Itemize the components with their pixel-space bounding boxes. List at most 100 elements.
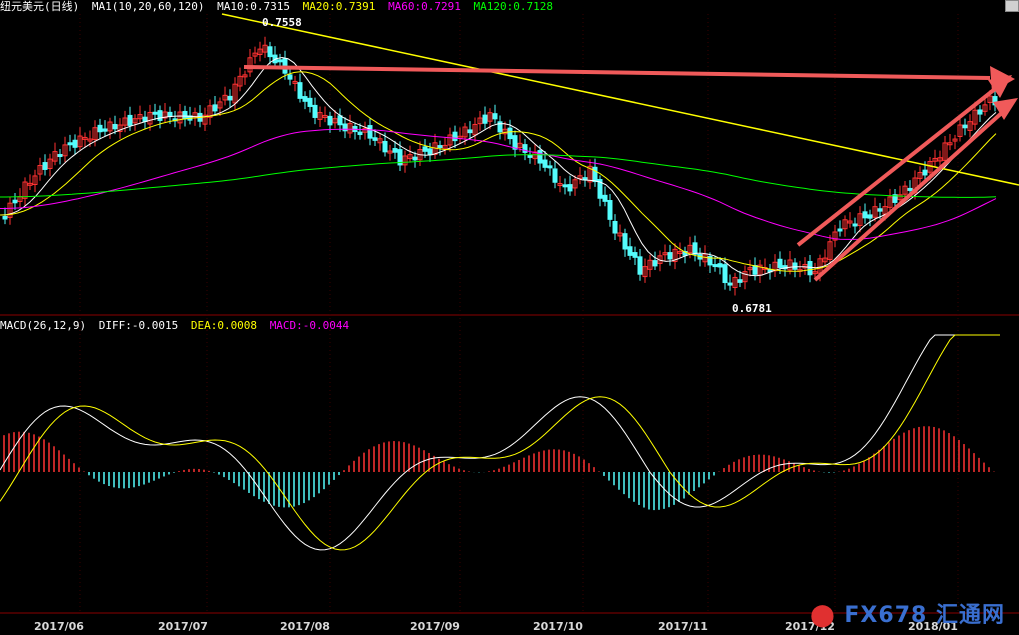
x-tick-label: 2017/07	[158, 620, 208, 633]
candle-body	[712, 264, 718, 268]
logo-cn-text: 汇通网	[935, 603, 1005, 628]
x-tick-label: 2017/11	[658, 620, 708, 633]
candle-body	[602, 194, 608, 202]
candle-body	[852, 223, 858, 227]
ma10-value: MA10:0.7315	[217, 0, 290, 13]
candle-body	[507, 127, 513, 140]
candle-body	[227, 95, 233, 101]
candle-body	[567, 184, 573, 192]
channel-lower-arrow	[813, 108, 1007, 282]
chart-canvas	[0, 13, 1019, 614]
candle-body	[427, 148, 433, 155]
ma-params-label: MA1(10,20,60,120)	[91, 0, 205, 13]
candle-body	[437, 145, 443, 149]
candle-body	[592, 166, 598, 183]
channel-upper-arrow	[796, 83, 1002, 247]
candle-body	[297, 82, 303, 99]
candle-body	[752, 265, 758, 275]
candle-body	[2, 215, 8, 220]
candle-body	[302, 96, 308, 102]
candle-body	[482, 114, 488, 124]
panel-toggle-button[interactable]	[1005, 0, 1019, 12]
candle-body	[807, 260, 813, 276]
candle-body	[167, 111, 173, 117]
candle-body	[582, 177, 588, 181]
candle-body	[542, 159, 548, 168]
candle-body	[512, 135, 518, 150]
candle-body	[632, 252, 638, 258]
logo-text: FX678	[844, 603, 928, 628]
macd-dea-line	[0, 334, 1000, 551]
candle-body	[152, 111, 158, 115]
candle-body	[467, 129, 473, 134]
ma10-line	[0, 56, 997, 277]
candle-body	[627, 246, 633, 256]
candle-body	[97, 124, 103, 133]
macd-diff-line	[0, 334, 1000, 551]
candle-body	[837, 228, 843, 232]
macd-macd-value: MACD:-0.0044	[269, 319, 350, 332]
candle-body	[867, 214, 873, 219]
candle-body	[612, 220, 618, 234]
candle-body	[157, 110, 163, 121]
ma120-value: MA120:0.7128	[473, 0, 554, 13]
candle-body	[547, 165, 553, 169]
ma20-line	[0, 71, 997, 272]
candle-body	[792, 262, 798, 270]
candle-body	[212, 104, 218, 112]
macd-params-label: MACD(26,12,9)	[0, 319, 87, 332]
candle-body	[637, 256, 643, 275]
candle-body	[267, 46, 273, 58]
candle-body	[862, 211, 868, 219]
candle-body	[307, 97, 313, 107]
candle-body	[67, 142, 73, 146]
candle-body	[737, 279, 743, 283]
candle-body	[977, 109, 983, 115]
x-tick-label: 2017/06	[34, 620, 84, 633]
resistance-arrow	[243, 65, 991, 80]
candle-body	[72, 139, 78, 148]
macd-header: MACD(26,12,9) DIFF:-0.0015 DEA:0.0008 MA…	[0, 319, 355, 332]
candle-body	[412, 156, 418, 161]
candle-body	[652, 260, 658, 267]
candle-body	[422, 146, 428, 152]
candle-body	[127, 114, 133, 126]
candle-body	[382, 140, 388, 153]
candle-body	[962, 124, 968, 129]
x-tick-label: 2017/09	[410, 620, 460, 633]
candle-body	[372, 137, 378, 141]
price-header: 纽元美元(日线) MA1(10,20,60,120) MA10:0.7315 M…	[0, 0, 559, 13]
instrument-label[interactable]: 纽元美元(日线)	[0, 0, 79, 13]
high-price-label: 0.7558	[262, 16, 302, 29]
chart-window: 纽元美元(日线) MA1(10,20,60,120) MA10:0.7315 M…	[0, 0, 1019, 635]
low-price-label: 0.6781	[732, 302, 772, 315]
candle-body	[452, 131, 458, 142]
candle-body	[922, 169, 928, 176]
ma20-value: MA20:0.7391	[302, 0, 376, 13]
candle-body	[727, 282, 733, 286]
candle-body	[537, 150, 543, 164]
candle-body	[337, 115, 343, 126]
candle-body	[42, 162, 48, 170]
candle-body	[12, 199, 18, 204]
ma60-value: MA60:0.7291	[388, 0, 461, 13]
ma120-line	[0, 154, 997, 198]
macd-diff-value: DIFF:-0.0015	[98, 319, 179, 332]
candle-body	[552, 168, 558, 183]
candle-body	[102, 128, 108, 132]
fx678-logo: ⬤ FX678 汇通网	[810, 603, 1005, 628]
x-tick-label: 2017/08	[280, 620, 330, 633]
candle-body	[182, 110, 188, 120]
candle-body	[327, 115, 333, 126]
candle-body	[717, 263, 723, 268]
candle-body	[562, 184, 568, 188]
macd-dea-value: DEA:0.0008	[190, 319, 258, 332]
candle-body	[667, 252, 673, 260]
candle-body	[367, 125, 373, 139]
candle-body	[287, 74, 293, 80]
candle-body	[392, 148, 398, 153]
candle-body	[877, 208, 883, 212]
candle-body	[492, 113, 498, 120]
candle-body	[277, 59, 283, 63]
candle-body	[607, 200, 613, 220]
